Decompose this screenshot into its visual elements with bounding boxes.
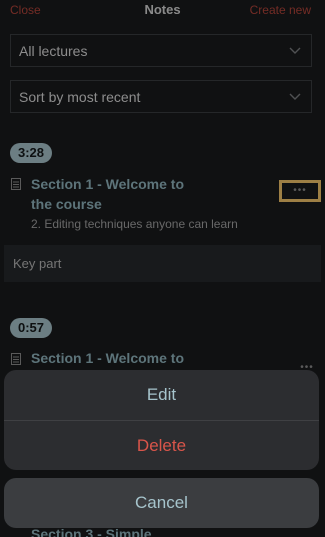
edit-button[interactable]: Edit [4, 370, 319, 420]
cancel-button[interactable]: Cancel [4, 478, 319, 528]
action-sheet: Edit Delete [4, 370, 319, 470]
delete-button[interactable]: Delete [4, 420, 319, 470]
